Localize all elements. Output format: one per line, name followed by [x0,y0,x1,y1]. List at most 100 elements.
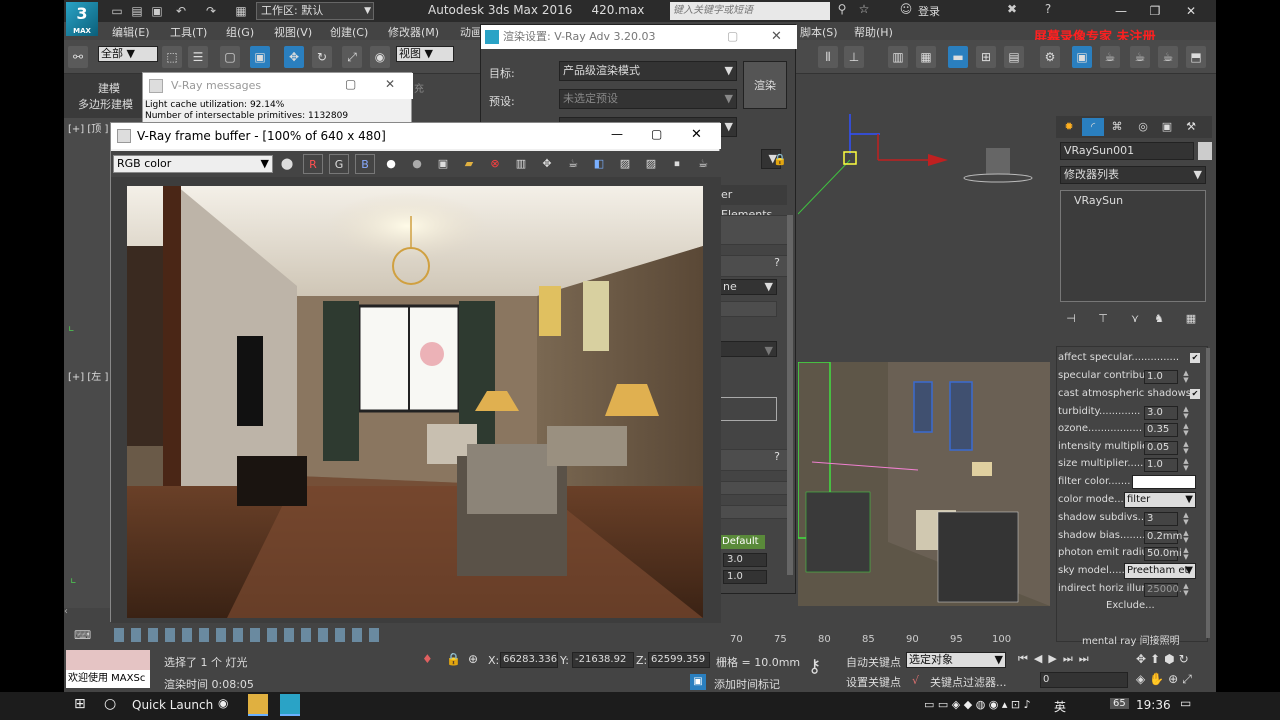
hierarchy-tab-icon[interactable]: ⌘ [1106,118,1128,136]
render-button[interactable]: 渲染 [743,61,787,109]
rollout-1[interactable] [719,215,789,245]
scale-icon[interactable]: ⤢ [342,46,362,68]
selection-filter[interactable]: 全部 ▼ [98,46,158,62]
project-folder-icon[interactable]: ▦ [232,3,250,19]
vfb-image-area[interactable] [111,177,721,623]
stop-icon[interactable]: ⏹ [667,154,687,174]
render-region-icon[interactable]: ☕ [563,154,583,174]
display-tab-icon[interactable]: ▣ [1156,118,1178,136]
size-multiplier-field[interactable]: 1.0 [1144,458,1178,472]
menu-edit[interactable]: 编辑(E) [112,24,150,40]
menu-modifiers[interactable]: 修改器(M) [388,24,439,40]
indirect-horiz-illum-field[interactable]: 25000. [1144,583,1182,597]
modifier-list-select[interactable]: 修改器列表 ▼ [1060,166,1206,184]
render-active-icon[interactable]: ☕ [1158,46,1178,68]
viewport-top-label[interactable]: [+] [顶 ] [68,120,108,135]
menu-help[interactable]: 帮助(H) [854,24,893,40]
vfb-close-icon[interactable]: ✕ [691,127,702,142]
z-coordinate-field[interactable]: 62599.359 [648,652,710,668]
maximize-icon[interactable]: ❐ [1138,0,1172,22]
save-file-icon[interactable]: ▣ [148,3,166,19]
ime-indicator[interactable]: 英 [1054,698,1066,715]
set-key-button[interactable]: 设置关键点 [846,674,901,690]
alpha-icon[interactable]: ● [407,154,427,174]
menu-views[interactable]: 视图(V) [274,24,312,40]
viewport-nav-controls[interactable]: ✥⬆⬢↻ [1136,652,1214,666]
viewport-left-label[interactable]: [+] [左 ] [68,368,108,383]
mirror-icon[interactable]: ⫴ [818,46,838,68]
menu-group[interactable]: 组(G) [226,24,254,40]
add-time-tag[interactable]: 添加时间标记 [714,676,780,692]
time-tag-icon[interactable]: ▣ [690,674,706,690]
make-unique-icon[interactable]: ⋎ [1126,310,1144,328]
move-icon[interactable]: ✥ [284,46,304,68]
value-field-1[interactable]: 3.0 [723,553,767,567]
scroll-left-icon[interactable]: ‹ [64,606,80,620]
cortana-icon[interactable]: ○ [104,696,116,712]
secondary-select[interactable]: ▼ [719,341,777,357]
configure-sets-icon[interactable]: ▦ [1182,310,1200,328]
ribbon-subtab-poly[interactable]: 多边形建模 [78,96,133,112]
show-end-result-icon[interactable]: ⊤ [1094,310,1112,328]
photon-emit-radius-field[interactable]: 50.0mi [1144,547,1182,561]
y-coordinate-field[interactable]: -21638.92 [572,652,634,668]
schematic-icon[interactable]: ⊞ [976,46,996,68]
intensity-multiplier-field[interactable]: 0.05 [1144,441,1178,455]
open-file-icon[interactable]: ▤ [128,3,146,19]
remove-modifier-icon[interactable]: ♞ [1150,310,1168,328]
window-crossing-icon[interactable]: ▣ [250,46,270,68]
exchange-icon[interactable]: ✖ [1004,2,1020,20]
windows-start-icon[interactable]: ⊞ [74,696,86,712]
chrome-icon[interactable]: ◉ [218,696,228,710]
ribbon-tab-modeling[interactable]: 建模 [98,80,120,96]
track-mouse-icon[interactable]: ✥ [537,154,557,174]
spinner-icon[interactable]: ▲ ▼ [1182,441,1190,455]
pin-stack-icon[interactable]: ⊣ [1062,310,1080,328]
spinner-icon[interactable]: ▲ ▼ [1182,583,1190,597]
reference-coord-select[interactable]: 视图 ▼ [396,46,454,62]
color-mode-select[interactable]: filter ▼ [1124,492,1196,508]
spinner-icon[interactable]: ▲ ▼ [1182,423,1190,437]
rollout-2[interactable]: ? [719,255,789,277]
new-file-icon[interactable]: ▭ [108,3,126,19]
selection-lock-icon[interactable]: 🔒 [446,652,461,666]
vray-messages-max-icon[interactable]: ▢ [345,77,356,91]
blue-channel-button[interactable]: B [355,154,375,174]
rollout-4[interactable]: ? [719,449,789,471]
clear-image-icon[interactable]: ⊗ [485,154,505,174]
value-field-2[interactable]: 1.0 [723,570,767,584]
spinner-icon[interactable]: ▲ ▼ [1182,530,1190,544]
render-teapot-icon[interactable]: ☕ [1100,46,1120,68]
placement-icon[interactable]: ◉ [370,46,390,68]
vfb-maximize-icon[interactable]: ▢ [651,127,662,141]
rollout-3[interactable] [719,301,777,317]
curve-editor-icon[interactable]: ▬ [948,46,968,68]
target-select[interactable]: 产品级渲染模式 ▼ [559,61,737,81]
playback-controls[interactable]: ⏮◀▶⏭⏭ [1018,652,1138,666]
welcome-text[interactable]: 欢迎使用 MAXSc [66,670,150,688]
default-badge[interactable]: Default [719,535,765,549]
vray-messages-close-icon[interactable]: ✕ [385,77,395,91]
x-coordinate-field[interactable]: 66283.336 [500,652,558,668]
mono-icon[interactable]: ● [381,154,401,174]
absolute-mode-icon[interactable]: ⊕ [468,652,478,666]
spinner-icon[interactable]: ▲ ▼ [1182,406,1190,420]
utilities-tab-icon[interactable]: ⚒ [1180,118,1202,136]
minimize-icon[interactable]: — [1104,0,1138,22]
explorer-icon[interactable] [248,694,268,716]
close-icon[interactable]: ✕ [1174,0,1208,22]
shadow-bias-field[interactable]: 0.2mm [1144,530,1182,544]
link-to-vfb-icon[interactable]: ▨ [615,154,635,174]
align-icon[interactable]: ⊥ [844,46,864,68]
vfb-minimize-icon[interactable]: — [611,127,623,141]
isolate-icon[interactable]: ♦ [422,652,433,666]
object-name-field[interactable]: VRaySun001 [1060,142,1194,160]
material-editor-icon[interactable]: ▤ [1004,46,1024,68]
viewport-perspective-top[interactable] [797,74,1052,364]
command-panel-scrollbar[interactable] [1206,348,1210,638]
key-selection-select[interactable]: 选定对象 ▼ [906,652,1006,668]
load-image-icon[interactable]: ▰ [459,154,479,174]
create-tab-icon[interactable]: ✹ [1058,118,1080,136]
user-icon[interactable]: ☺ [898,2,914,20]
compare-icon[interactable]: ◧ [589,154,609,174]
